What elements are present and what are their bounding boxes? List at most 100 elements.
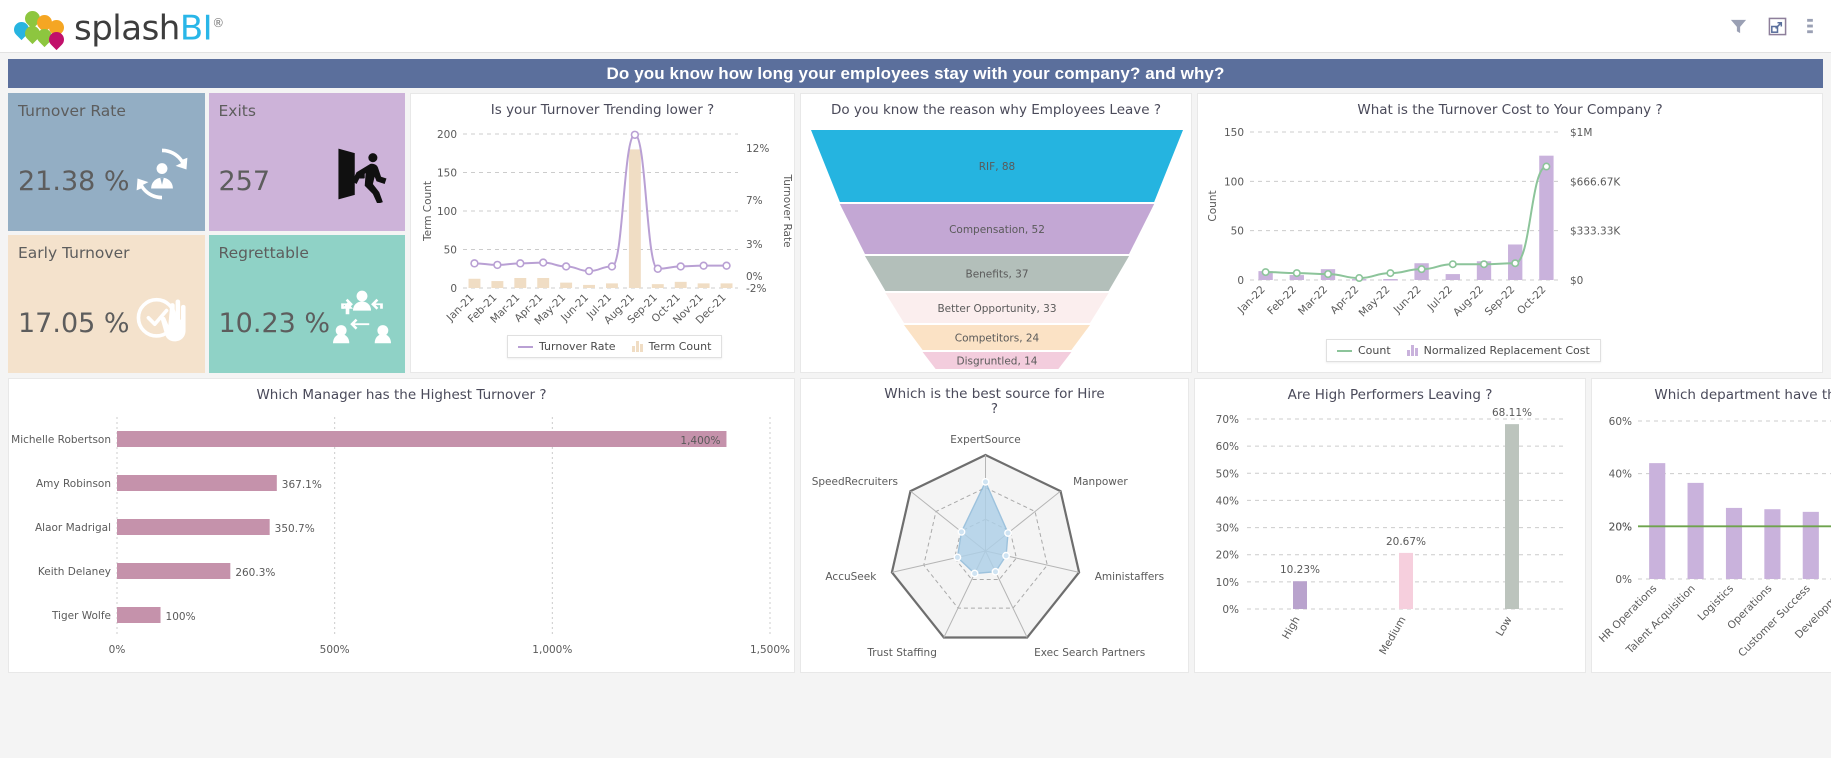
svg-text:500%: 500% <box>320 644 350 656</box>
chart-title: Do you know the reason why Employees Lea… <box>830 102 1162 118</box>
legend-item-count[interactable]: Count <box>1337 344 1391 357</box>
legend-item-replacement-cost[interactable]: Normalized Replacement Cost <box>1406 344 1590 357</box>
panel-department-turnover[interactable]: Which department have the highest turnov… <box>1591 378 1831 673</box>
kpi-early-turnover[interactable]: Early Turnover 17.05 % <box>8 235 205 373</box>
funnel-stage-label: Better Opportunity, 33 <box>937 303 1056 315</box>
svg-text:150: 150 <box>1224 127 1244 139</box>
chart-title: Is your Turnover Trending lower ? <box>490 102 715 118</box>
kpi-exits[interactable]: Exits 257 <box>208 93 405 231</box>
bar-value-label: 10.23% <box>1280 564 1320 576</box>
brand-logo[interactable]: splashBI® <box>10 3 224 51</box>
svg-text:0%: 0% <box>746 271 763 283</box>
kebab-menu-icon[interactable] <box>1807 17 1813 36</box>
dashboard-row-2: Which Manager has the Highest Turnover ?… <box>8 378 1831 673</box>
kpi-turnover-rate[interactable]: Turnover Rate 21.38 % <box>8 93 205 231</box>
svg-text:$0: $0 <box>1570 275 1583 287</box>
leave-reasons-funnel[interactable]: RIF, 88 Compensation, 52 Benefits, 37 Bette… <box>801 118 1191 396</box>
app-header: splashBI® <box>0 0 1831 53</box>
svg-text:1,500%: 1,500% <box>750 644 790 656</box>
svg-text:40%: 40% <box>1609 469 1632 481</box>
svg-text:May-22: May-22 <box>1357 284 1393 320</box>
kpi-value: 10.23 % <box>218 308 331 339</box>
bar-category-label: Keith Delaney <box>38 566 111 578</box>
svg-text:$1M: $1M <box>1570 127 1592 139</box>
radar-axis-label: Aministaffers <box>1095 571 1164 583</box>
source-of-hire-radar[interactable]: ExpertSource Manpower Aministaffers Exec Se… <box>801 417 1188 710</box>
panel-high-performers[interactable]: Are High Performers Leaving ? 0% 10% 20% 30… <box>1194 378 1586 673</box>
legend-label: Count <box>1358 344 1391 357</box>
svg-text:Jul-22: Jul-22 <box>1425 284 1455 314</box>
legend-item-term-count[interactable]: Term Count <box>631 340 711 353</box>
clock-stop-icon <box>133 287 191 345</box>
svg-text:50: 50 <box>444 245 457 257</box>
svg-text:200: 200 <box>437 129 457 141</box>
svg-text:60%: 60% <box>1609 416 1632 428</box>
header-actions <box>1729 17 1813 36</box>
chart-legend[interactable]: Count Normalized Replacement Cost <box>1326 339 1601 362</box>
bar-category-label: Michelle Robertson <box>11 434 111 446</box>
legend-item-turnover-rate[interactable]: Turnover Rate <box>518 340 616 353</box>
dashboard-banner: Do you know how long your employees stay… <box>8 59 1823 88</box>
svg-text:Customer Success: Customer Success <box>1736 583 1813 660</box>
splash-dots-icon <box>10 8 72 51</box>
radar-axis-label: Manpower <box>1073 476 1128 488</box>
filter-icon[interactable] <box>1729 17 1748 36</box>
chart-title: Which Manager has the Highest Turnover ? <box>256 387 547 403</box>
radar-axis-label: Trust Staffing <box>866 647 936 659</box>
svg-text:1,000%: 1,000% <box>532 644 572 656</box>
chart-legend[interactable]: Turnover Rate Term Count <box>507 335 723 358</box>
svg-text:100: 100 <box>437 206 457 218</box>
svg-text:High: High <box>1280 615 1302 642</box>
panel-leave-reasons[interactable]: Do you know the reason why Employees Lea… <box>800 93 1192 385</box>
svg-text:Oct-22: Oct-22 <box>1515 284 1548 317</box>
banner-title: Do you know how long your employees stay… <box>606 63 1225 83</box>
legend-label: Normalized Replacement Cost <box>1423 344 1590 357</box>
bar-category-label: Alaor Madrigal <box>35 522 111 534</box>
bar-value-label: 260.3% <box>235 567 275 579</box>
employee-turnover-icon <box>133 145 191 203</box>
funnel-stage-label: RIF, 88 <box>979 161 1015 173</box>
svg-text:60%: 60% <box>1216 441 1239 453</box>
svg-text:12%: 12% <box>746 143 769 155</box>
svg-text:Sep-22: Sep-22 <box>1483 284 1518 319</box>
department-turnover-chart[interactable]: 0% 20% 40% 60% HR Operations Talent Acquisiti… <box>1592 403 1831 696</box>
panel-manager-turnover[interactable]: Which Manager has the Highest Turnover ?… <box>8 378 795 673</box>
svg-text:Jan-22: Jan-22 <box>1235 284 1268 317</box>
kpi-tile-group: Turnover Rate 21.38 % Exits 257 Early Tu… <box>8 93 405 373</box>
svg-text:30%: 30% <box>1216 523 1239 535</box>
svg-text:50: 50 <box>1231 226 1244 238</box>
svg-text:0: 0 <box>1237 275 1244 287</box>
chart-title-line-1: Which is the best source for Hire <box>884 386 1105 402</box>
svg-text:Term Count: Term Count <box>422 181 434 242</box>
kpi-regrettable[interactable]: Regrettable 10.23 % <box>208 235 405 373</box>
kpi-label: Exits <box>218 102 256 120</box>
svg-text:Turnover Rate: Turnover Rate <box>781 173 793 247</box>
kpi-label: Regrettable <box>218 244 309 262</box>
bar-value-label: 350.7% <box>275 523 315 535</box>
svg-text:0%: 0% <box>1222 604 1239 616</box>
manager-turnover-chart[interactable]: 0% 500% 1,000% 1,500% Michelle Robertson 1,40… <box>9 403 794 696</box>
svg-text:0%: 0% <box>1615 574 1632 586</box>
svg-text:100: 100 <box>1224 176 1244 188</box>
svg-text:7%: 7% <box>746 195 763 207</box>
expand-icon[interactable] <box>1768 17 1787 36</box>
panel-best-source[interactable]: Which is the best source for Hire ? Expe… <box>800 378 1189 673</box>
bar-value-label: 367.1% <box>282 479 322 491</box>
svg-text:Logistics: Logistics <box>1696 583 1737 624</box>
svg-text:$666.67K: $666.67K <box>1570 176 1621 188</box>
svg-text:0%: 0% <box>109 644 126 656</box>
high-performers-chart[interactable]: 0% 10% 20% 30% 40% 50% 60% 70% 10.23% High 20.67% M… <box>1195 403 1585 696</box>
svg-text:-2%: -2% <box>746 283 766 295</box>
dashboard-body: Do you know how long your employees stay… <box>0 53 1831 758</box>
bar-value-label: 1,400% <box>680 435 720 447</box>
chart-title: Which is the best source for Hire ? <box>801 379 1188 417</box>
chart-title: Are High Performers Leaving ? <box>1287 387 1493 403</box>
bar-category-label: Tiger Wolfe <box>51 610 111 622</box>
radar-axis-label: AccuSeek <box>825 571 877 583</box>
svg-text:20%: 20% <box>1216 550 1239 562</box>
panel-turnover-trend[interactable]: Is your Turnover Trending lower ? 0 50 100… <box>410 93 795 373</box>
panel-turnover-cost[interactable]: What is the Turnover Cost to Your Compan… <box>1197 93 1823 373</box>
bar-value-label: 68.11% <box>1492 407 1532 419</box>
kpi-value: 17.05 % <box>18 308 130 339</box>
people-swap-icon <box>333 287 391 345</box>
